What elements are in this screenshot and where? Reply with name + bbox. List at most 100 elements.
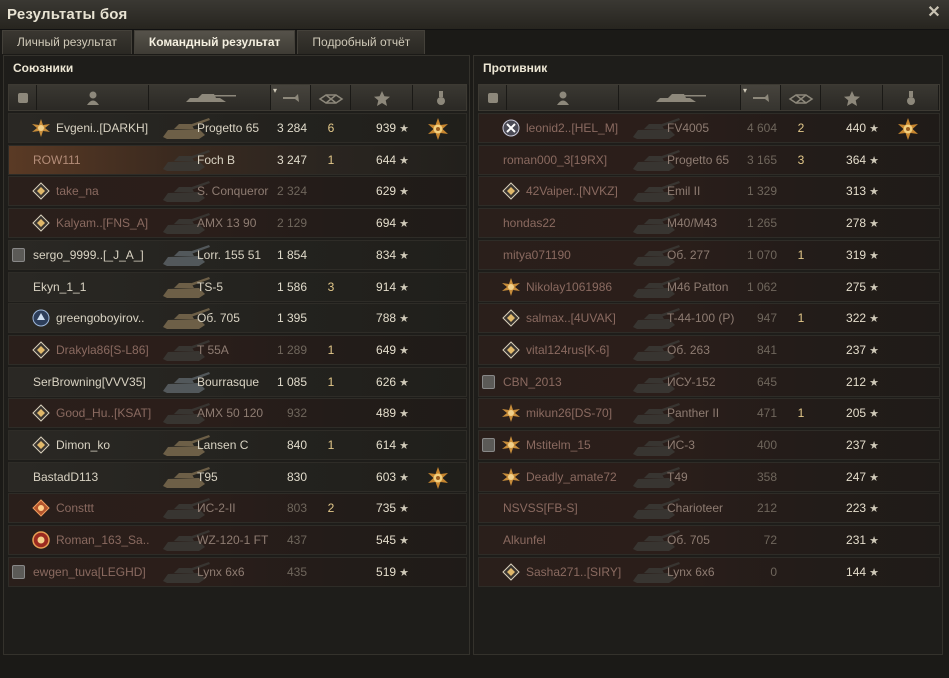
player-name[interactable]: ewgen_tuva[LEGHD] bbox=[33, 565, 146, 579]
vehicle-name: Progetto 65 bbox=[667, 152, 730, 167]
allies-header-kills[interactable] bbox=[311, 85, 351, 110]
allies-header-tank[interactable] bbox=[149, 85, 271, 110]
player-row[interactable]: mitya071190 Об. 277 1 070 1 319 ★ bbox=[478, 239, 940, 270]
allies-header-medal[interactable] bbox=[413, 85, 469, 110]
enemies-header-medal[interactable] bbox=[883, 85, 939, 110]
player-row[interactable]: Drakyla86[S-L86] T 55A 1 289 1 649 ★ bbox=[8, 334, 467, 365]
player-row[interactable]: SerBrowning[VVV35] Bourrasque 1 085 1 626 ★ bbox=[8, 366, 467, 397]
medal-icon[interactable] bbox=[897, 118, 919, 140]
allies-header-platoon[interactable] bbox=[9, 85, 37, 110]
player-name[interactable]: Nikolay1061986 bbox=[526, 280, 612, 294]
enemies-header-player[interactable] bbox=[507, 85, 619, 110]
damage-value: 947 bbox=[756, 311, 777, 326]
damage-value: 400 bbox=[756, 438, 777, 452]
enemies-header-tank[interactable] bbox=[619, 85, 741, 110]
damage-value: 645 bbox=[756, 374, 777, 389]
player-name[interactable]: Evgeni..[DARKH] bbox=[56, 121, 148, 135]
player-row[interactable]: Nikolay1061986 M46 Patton 1 062 275 ★ bbox=[478, 271, 940, 302]
close-button[interactable]: ✕ bbox=[925, 4, 943, 22]
allies-header-damage[interactable]: ▾ bbox=[271, 85, 311, 110]
player-name[interactable]: Drakyla86[S-L86] bbox=[56, 343, 149, 357]
enemies-header-kills[interactable] bbox=[781, 85, 821, 110]
allies-header-player[interactable] bbox=[37, 85, 149, 110]
player-row[interactable]: Roman_163_Sa.. WZ-120-1 FT 437 545 ★ bbox=[8, 525, 467, 556]
player-row[interactable]: sergo_9999..[_J_A_] Lorr. 155 51 1 854 834 … bbox=[8, 239, 467, 270]
player-row[interactable]: Ekyn_1_1 TS-5 1 586 3 914 ★ bbox=[8, 271, 467, 302]
player-row[interactable]: roman000_3[19RX] Progetto 65 3 165 3 364 ★ bbox=[478, 144, 940, 175]
player-row[interactable]: Kalyam..[FNS_A] AMX 13 90 2 129 694 ★ bbox=[8, 208, 467, 239]
player-name[interactable]: hondas22 bbox=[503, 216, 556, 230]
player-row[interactable]: leonid2..[HEL_M] FV4005 4 604 2 440 ★ bbox=[478, 113, 940, 143]
medal-icon[interactable] bbox=[427, 118, 449, 140]
player-name[interactable]: Good_Hu..[KSAT] bbox=[56, 406, 151, 420]
player-row[interactable]: Alkunfel Об. 705 72 231 ★ bbox=[478, 525, 940, 556]
player-row[interactable]: salmax..[4UVAK] T-44-100 (P) 947 1 322 ★ bbox=[478, 303, 940, 334]
tab-personal-result[interactable]: Личный результат bbox=[2, 30, 132, 54]
player-row[interactable]: ewgen_tuva[LEGHD] Lynx 6x6 435 519 ★ bbox=[8, 556, 467, 587]
damage-value: 1 265 bbox=[746, 216, 777, 231]
player-row[interactable]: Evgeni..[DARKH] Progetto 65 3 284 6 939 ★ bbox=[8, 113, 467, 143]
player-name[interactable]: Kalyam..[FNS_A] bbox=[56, 216, 148, 230]
allies-header-xp[interactable] bbox=[351, 85, 413, 110]
player-name[interactable]: Dimon_ko bbox=[56, 438, 110, 452]
player-row[interactable]: 42Vaiper..[NVKZ] Emil II 1 329 313 ★ bbox=[478, 176, 940, 207]
medal-icon bbox=[431, 90, 451, 106]
xp-star-icon: ★ bbox=[396, 154, 409, 167]
player-name[interactable]: CBN_2013 bbox=[503, 375, 562, 389]
player-row[interactable]: vital124rus[K-6] Об. 263 841 237 ★ bbox=[478, 334, 940, 365]
damage-value: 437 bbox=[286, 533, 307, 548]
player-row[interactable]: Dimon_ko Lansen C 840 1 614 ★ bbox=[8, 430, 467, 460]
player-row[interactable]: Consttt ИС-2-II 803 2 735 ★ bbox=[8, 493, 467, 524]
player-name[interactable]: BastadD113 bbox=[33, 470, 98, 484]
tab-team-result[interactable]: Командный результат bbox=[133, 30, 296, 54]
player-name[interactable]: mitya071190 bbox=[503, 248, 571, 262]
player-name[interactable]: Roman_163_Sa.. bbox=[56, 533, 149, 547]
player-name[interactable]: leonid2..[HEL_M] bbox=[526, 121, 618, 135]
xp-value: 629 ★ bbox=[357, 184, 409, 198]
player-row[interactable]: NSVSS[FB-S] Charioteer 212 223 ★ bbox=[478, 493, 940, 524]
tab-detailed-report[interactable]: Подробный отчёт bbox=[297, 30, 426, 54]
medal-icon bbox=[901, 90, 921, 106]
xp-value: 313 ★ bbox=[827, 184, 879, 198]
player-name[interactable]: Deadly_amate72 bbox=[526, 470, 617, 484]
damage-value: 1 070 bbox=[746, 247, 777, 262]
player-row[interactable]: hondas22 M40/M43 1 265 278 ★ bbox=[478, 208, 940, 239]
player-name[interactable]: mikun26[DS-70] bbox=[526, 406, 612, 420]
enemies-header-xp[interactable] bbox=[821, 85, 883, 110]
player-name[interactable]: Sasha271..[SIRY] bbox=[526, 565, 621, 579]
player-name[interactable]: vital124rus[K-6] bbox=[526, 343, 609, 357]
player-row[interactable]: mikun26[DS-70] Panther II 471 1 205 ★ bbox=[478, 398, 940, 429]
player-row[interactable]: Mstitelm_15 ИС-3 400 237 ★ bbox=[478, 430, 940, 460]
enemies-header-platoon[interactable] bbox=[479, 85, 507, 110]
player-name[interactable]: sergo_9999..[_J_A_] bbox=[33, 248, 144, 262]
player-name[interactable]: greengoboyirov.. bbox=[56, 311, 145, 325]
player-row[interactable]: CBN_2013 ИСУ-152 645 212 ★ bbox=[478, 366, 940, 397]
rank-badge-icon bbox=[32, 404, 50, 423]
player-row[interactable]: BastadD113 T95 830 603 ★ bbox=[8, 461, 467, 492]
player-name[interactable]: take_na bbox=[56, 184, 99, 198]
medal-icon[interactable] bbox=[427, 466, 449, 489]
rank-badge-icon bbox=[502, 467, 520, 486]
player-name[interactable]: salmax..[4UVAK] bbox=[526, 311, 616, 325]
xp-number: 364 bbox=[846, 152, 867, 167]
player-name[interactable]: SerBrowning[VVV35] bbox=[33, 375, 146, 389]
player-name[interactable]: Mstitelm_15 bbox=[526, 438, 591, 452]
player-name[interactable]: Consttt bbox=[56, 501, 94, 515]
player-row[interactable]: Good_Hu..[KSAT] AMX 50 120 932 489 ★ bbox=[8, 398, 467, 429]
player-name[interactable]: Ekyn_1_1 bbox=[33, 280, 86, 294]
player-row[interactable]: Deadly_amate72 T49 358 247 ★ bbox=[478, 461, 940, 492]
player-name[interactable]: roman000_3[19RX] bbox=[503, 153, 607, 167]
player-name[interactable]: NSVSS[FB-S] bbox=[503, 501, 578, 515]
player-row[interactable]: greengoboyirov.. Об. 705 1 395 788 ★ bbox=[8, 303, 467, 334]
player-name[interactable]: 42Vaiper..[NVKZ] bbox=[526, 184, 618, 198]
kills-value: 1 bbox=[327, 438, 335, 452]
player-name[interactable]: Alkunfel bbox=[503, 533, 546, 547]
player-name[interactable]: ROW111 bbox=[33, 153, 81, 167]
kills-value: 1 bbox=[797, 247, 805, 262]
xp-number: 313 bbox=[846, 184, 867, 199]
player-icon bbox=[83, 90, 103, 106]
enemies-header-damage[interactable]: ▾ bbox=[741, 85, 781, 110]
player-row[interactable]: ROW111 Foch B 3 247 1 644 ★ bbox=[8, 144, 467, 175]
player-row[interactable]: take_na S. Conqueror 2 324 629 ★ bbox=[8, 176, 467, 207]
player-row[interactable]: Sasha271..[SIRY] Lynx 6x6 0 144 ★ bbox=[478, 556, 940, 587]
